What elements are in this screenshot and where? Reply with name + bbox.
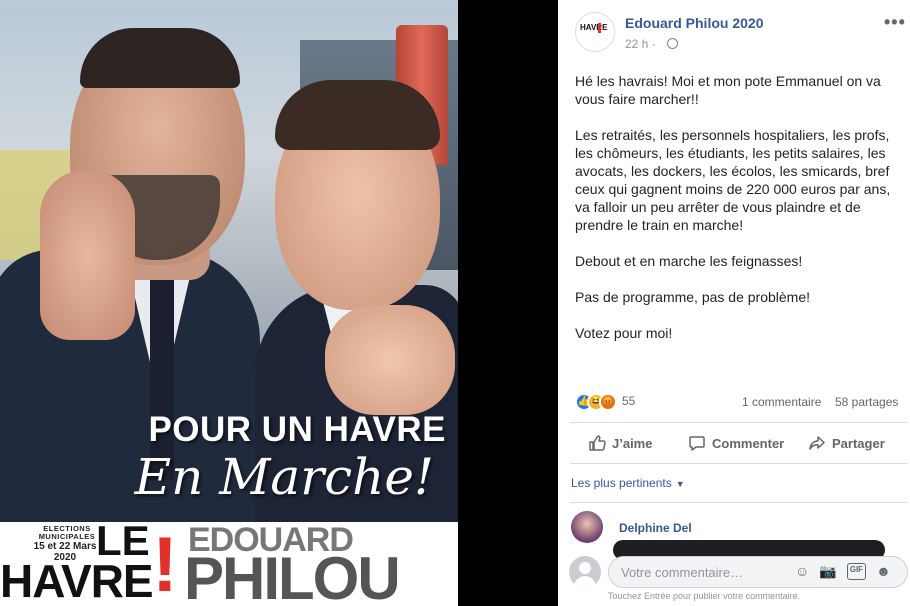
person-right-hair: [275, 80, 440, 150]
globe-icon: [667, 38, 678, 49]
caret-down-icon: ▼: [675, 479, 685, 489]
post-paragraph: Les retraités, les personnels hospitalie…: [575, 127, 891, 233]
page-avatar-accent: [598, 23, 601, 33]
composer-tools: ☺ 📷 GIF ☻: [795, 563, 891, 580]
post-panel: HAVRE Edouard Philou 2020 22 h · ••• Hé …: [558, 0, 910, 606]
more-options-icon[interactable]: •••: [884, 12, 906, 33]
composer-hint: Touchez Entrée pour publier votre commen…: [608, 591, 801, 601]
divider: [570, 463, 908, 464]
page-name-link[interactable]: Edouard Philou 2020: [625, 15, 763, 31]
user-avatar-head: [579, 562, 591, 574]
emoji-icon[interactable]: ☺: [795, 563, 809, 580]
share-button[interactable]: Partager: [808, 431, 885, 455]
post-paragraph: Votez pour moi!: [575, 325, 673, 341]
person-left-hair: [80, 28, 240, 88]
post-body: Hé les havrais! Moi et mon pote Emmanuel…: [575, 72, 905, 360]
slogan-line-2: En Marche!: [134, 448, 434, 506]
user-avatar-shoulders: [574, 576, 596, 588]
comment-icon: [689, 436, 705, 451]
share-label: Partager: [832, 435, 885, 451]
like-label: J’aime: [612, 435, 653, 451]
angry-reaction-icon: 😡: [599, 393, 617, 411]
page-avatar[interactable]: HAVRE: [575, 12, 615, 52]
comment-button[interactable]: Commenter: [688, 431, 784, 455]
like-button[interactable]: J’aime: [588, 431, 652, 455]
comments-count-link[interactable]: 1 commentaire: [742, 395, 821, 409]
post-photo[interactable]: POUR UN HAVRE En Marche! ELECTIONS MUNIC…: [0, 0, 458, 606]
gif-icon[interactable]: GIF: [846, 563, 867, 580]
elections-label: ELECTIONS MUNICIPALES: [38, 524, 96, 541]
post-time-text: 22 h: [625, 37, 649, 51]
commenter-avatar[interactable]: [571, 511, 603, 543]
candidate-last-name: PHILOU: [184, 545, 401, 606]
thumbs-up-icon: [589, 435, 606, 451]
comment-label: Commenter: [712, 435, 785, 451]
sort-label: Les plus pertinents: [571, 476, 672, 490]
post-paragraph: Hé les havrais! Moi et mon pote Emmanuel…: [575, 73, 881, 107]
page-avatar-text: HAVRE: [580, 23, 608, 32]
post-timestamp[interactable]: 22 h ·: [625, 37, 656, 51]
thumbs-up-hand: [40, 170, 135, 340]
divider: [570, 502, 908, 503]
sticker-icon[interactable]: ☻: [876, 563, 891, 580]
commenter-name-link[interactable]: Delphine Del: [619, 521, 692, 535]
divider: [570, 422, 908, 423]
camera-icon[interactable]: 📷: [819, 563, 836, 580]
post-paragraph: Debout et en marche les feignasses!: [575, 253, 803, 269]
logo-havre: HAVRE: [0, 555, 154, 606]
user-avatar: [569, 556, 601, 588]
slogan-line-1: POUR UN HAVRE: [148, 410, 446, 449]
comment-sort-dropdown[interactable]: Les plus pertinents ▼: [571, 476, 685, 490]
reaction-count: 55: [622, 394, 636, 408]
post-paragraph: Pas de programme, pas de problème!: [575, 289, 811, 305]
share-icon: [809, 436, 825, 450]
shares-count-link[interactable]: 58 partages: [835, 395, 898, 409]
pointing-hand: [325, 305, 455, 415]
logo-exclamation: !: [152, 520, 178, 606]
